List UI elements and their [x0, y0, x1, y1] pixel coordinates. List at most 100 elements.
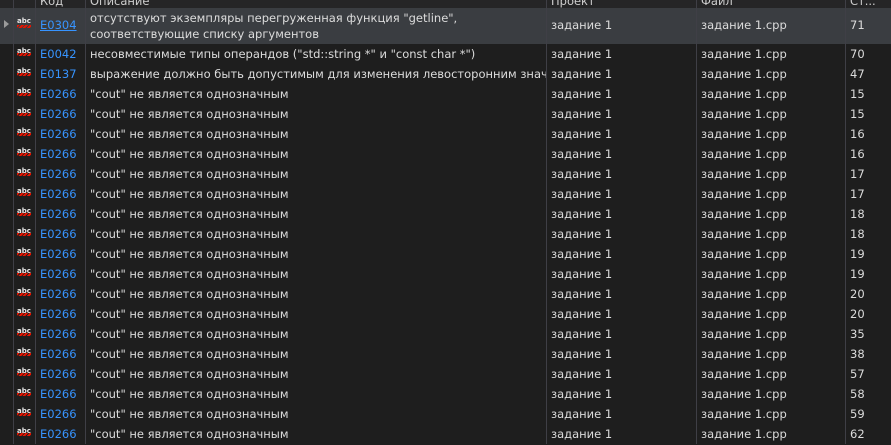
error-line: 38 [850, 347, 865, 361]
error-code-text[interactable]: E0266 [40, 427, 77, 441]
error-description: "cout" не является однозначным [86, 364, 547, 384]
error-row[interactable]: abc E0304 отсутствуют экземпляры перегруже… [0, 8, 891, 44]
error-code-text[interactable]: E0266 [40, 147, 77, 161]
header-icon [14, 0, 36, 8]
error-row[interactable]: abc E0266 "cout" не является однозначным за… [0, 384, 891, 404]
error-code-text[interactable]: E0266 [40, 187, 77, 201]
error-file: задание 1.cpp [697, 264, 846, 284]
error-code-text[interactable]: E0266 [40, 347, 77, 361]
error-code-link[interactable]: E0266 [36, 284, 86, 304]
error-code-link[interactable]: E0266 [36, 84, 86, 104]
error-row[interactable]: abc E0266 "cout" не является однозначным за… [0, 244, 891, 264]
error-code-text[interactable]: E0266 [40, 407, 77, 421]
error-code-text[interactable]: E0266 [40, 327, 77, 341]
error-code-link[interactable]: E0266 [36, 304, 86, 324]
row-icon-cell: abc [14, 324, 36, 344]
error-row[interactable]: abc E0266 "cout" не является однозначным за… [0, 164, 891, 184]
row-icon-cell: abc [14, 104, 36, 124]
error-line: 62 [850, 427, 865, 441]
error-code-text[interactable]: E0266 [40, 267, 77, 281]
error-code-link[interactable]: E0266 [36, 164, 86, 184]
error-code-link[interactable]: E0266 [36, 424, 86, 444]
error-code-link[interactable]: E0266 [36, 244, 86, 264]
error-row[interactable]: abc E0266 "cout" не является однозначным за… [0, 424, 891, 444]
error-row[interactable]: abc E0266 "cout" не является однозначным за… [0, 304, 891, 324]
spelling-error-icon: abc [16, 86, 34, 100]
error-row[interactable]: abc E0266 "cout" не является однозначным за… [0, 184, 891, 204]
error-row[interactable]: abc E0266 "cout" не является однозначным за… [0, 84, 891, 104]
row-expander-cell [0, 344, 14, 364]
error-code-text[interactable]: E0266 [40, 307, 77, 321]
spelling-error-icon: abc [16, 326, 34, 340]
error-row[interactable]: abc E0266 "cout" не является однозначным за… [0, 224, 891, 244]
header-line[interactable]: Ст... [846, 0, 891, 8]
error-line: 17 [850, 187, 865, 201]
row-expander-cell[interactable] [0, 8, 14, 44]
squiggle-underline [17, 353, 31, 356]
error-code-link[interactable]: E0137 [36, 64, 86, 84]
error-code-link[interactable]: E0266 [36, 404, 86, 424]
error-row[interactable]: abc E0266 "cout" не является однозначным за… [0, 104, 891, 124]
row-expander-cell [0, 304, 14, 324]
error-description: "cout" не является однозначным [86, 104, 547, 124]
error-project: задание 1 [547, 284, 697, 304]
error-code-text[interactable]: E0266 [40, 227, 77, 241]
error-code-text[interactable]: E0266 [40, 367, 77, 381]
error-file: задание 1.cpp [697, 164, 846, 184]
error-code-link[interactable]: E0266 [36, 344, 86, 364]
row-icon-cell: abc [14, 264, 36, 284]
header-description[interactable]: Описание [86, 0, 547, 8]
error-line: 19 [850, 267, 865, 281]
error-description: "cout" не является однозначным [86, 404, 547, 424]
error-code-text[interactable]: E0266 [40, 107, 77, 121]
error-code-text[interactable]: E0266 [40, 247, 77, 261]
error-code-text[interactable]: E0304 [40, 18, 77, 32]
error-row[interactable]: abc E0266 "cout" не является однозначным за… [0, 324, 891, 344]
error-code-link[interactable]: E0266 [36, 144, 86, 164]
error-row[interactable]: abc E0042 несовместимые типы операндов ("s… [0, 44, 891, 64]
error-code-link[interactable]: E0266 [36, 364, 86, 384]
error-description: выражение должно быть допустимым для изм… [86, 64, 547, 84]
header-code[interactable]: Код [36, 0, 86, 8]
error-line: 58 [850, 387, 865, 401]
error-project: задание 1 [547, 104, 697, 124]
row-expander-cell [0, 204, 14, 224]
error-code-link[interactable]: E0266 [36, 204, 86, 224]
error-row[interactable]: abc E0266 "cout" не является однозначным за… [0, 124, 891, 144]
error-row[interactable]: abc E0266 "cout" не является однозначным за… [0, 144, 891, 164]
error-code-text[interactable]: E0042 [40, 47, 77, 61]
error-row[interactable]: abc E0266 "cout" не является однозначным за… [0, 404, 891, 424]
header-file[interactable]: Файл [697, 0, 846, 8]
error-code-link[interactable]: E0266 [36, 124, 86, 144]
error-row[interactable]: abc E0266 "cout" не является однозначным за… [0, 344, 891, 364]
error-description: "cout" не является однозначным [86, 344, 547, 364]
error-code-link[interactable]: E0266 [36, 264, 86, 284]
error-code-text[interactable]: E0137 [40, 67, 77, 81]
error-row[interactable]: abc E0266 "cout" не является однозначным за… [0, 204, 891, 224]
error-project: задание 1 [547, 224, 697, 244]
error-code-link[interactable]: E0042 [36, 44, 86, 64]
error-row[interactable]: abc E0137 выражение должно быть допустимым… [0, 64, 891, 84]
error-code-link[interactable]: E0304 [36, 8, 86, 44]
error-code-link[interactable]: E0266 [36, 184, 86, 204]
header-project[interactable]: Проект [547, 0, 697, 8]
error-code-text[interactable]: E0266 [40, 287, 77, 301]
error-code-text[interactable]: E0266 [40, 207, 77, 221]
error-code-text[interactable]: E0266 [40, 387, 77, 401]
error-code-link[interactable]: E0266 [36, 224, 86, 244]
error-code-text[interactable]: E0266 [40, 167, 77, 181]
error-code-link[interactable]: E0266 [36, 104, 86, 124]
row-expander-cell [0, 384, 14, 404]
error-row[interactable]: abc E0266 "cout" не является однозначным за… [0, 284, 891, 304]
error-row[interactable]: abc E0266 "cout" не является однозначным за… [0, 364, 891, 384]
row-expander-cell [0, 284, 14, 304]
squiggle-underline [17, 393, 31, 396]
error-code-text[interactable]: E0266 [40, 127, 77, 141]
error-code-link[interactable]: E0266 [36, 384, 86, 404]
error-row[interactable]: abc E0266 "cout" не является однозначным за… [0, 264, 891, 284]
error-code-link[interactable]: E0266 [36, 324, 86, 344]
row-icon-cell: abc [14, 384, 36, 404]
expand-arrow-icon[interactable] [4, 20, 9, 28]
error-code-text[interactable]: E0266 [40, 87, 77, 101]
spelling-error-icon: abc [16, 426, 34, 440]
